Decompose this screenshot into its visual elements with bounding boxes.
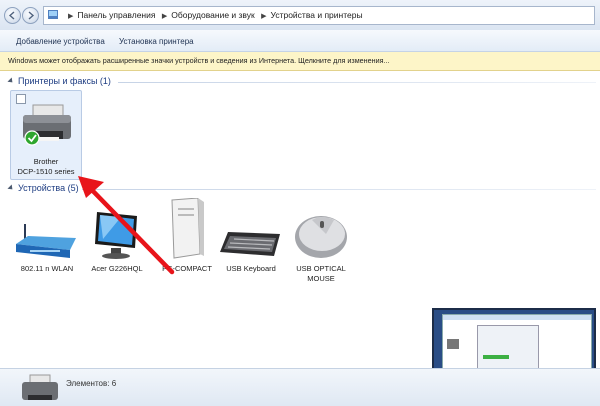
status-bar: Элементов: 6 — [0, 368, 600, 406]
item-count: Элементов: 6 — [66, 379, 117, 388]
printer-icon — [22, 374, 58, 400]
